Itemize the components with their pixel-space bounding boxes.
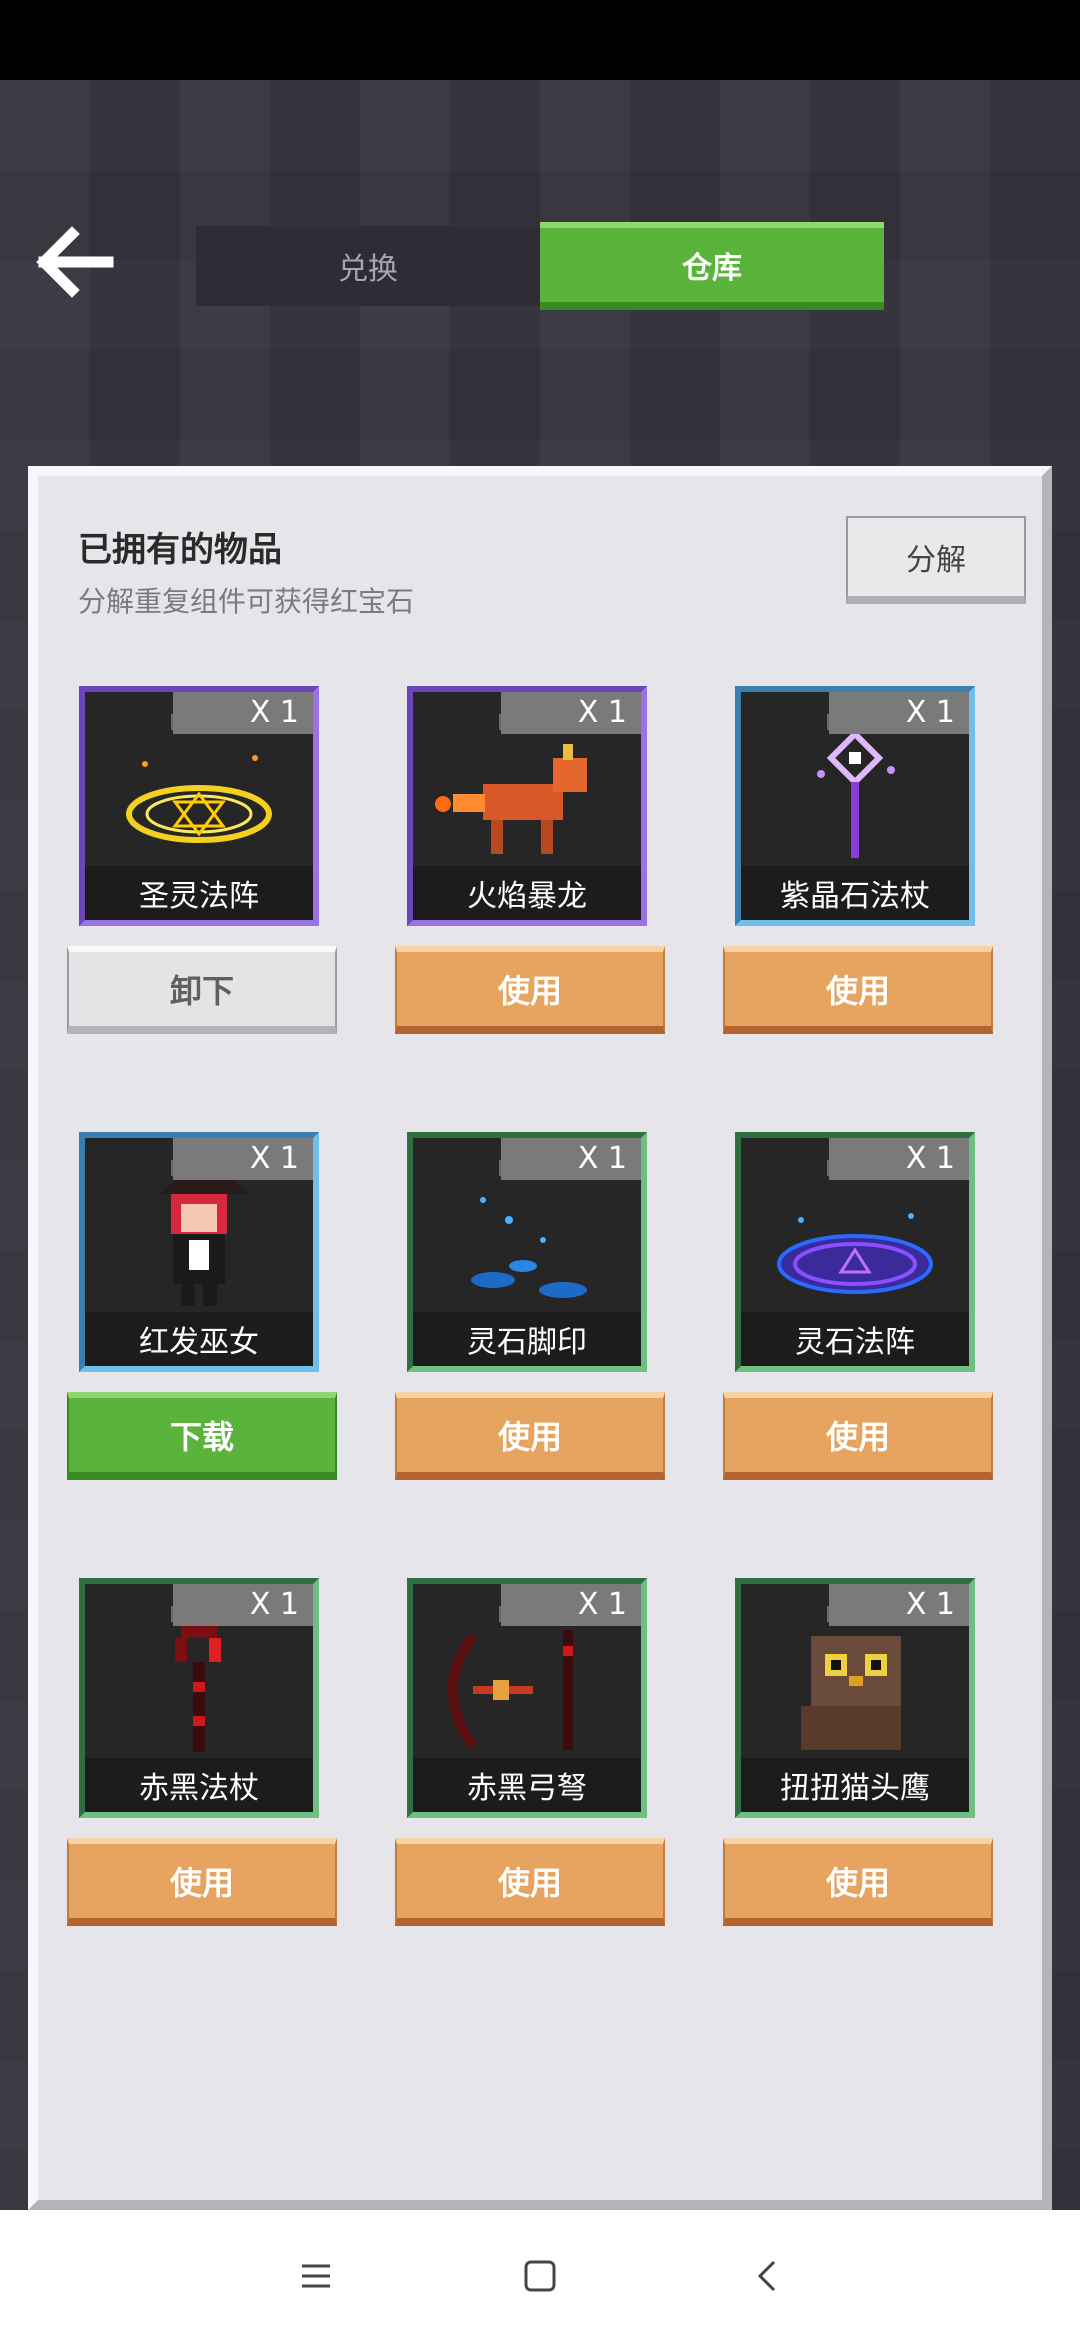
spirit-footprint-art-icon <box>471 1197 587 1298</box>
fire-dragon-art-icon <box>435 744 587 854</box>
item-name: 灵石法阵 <box>741 1312 969 1366</box>
item-card[interactable]: X 1 圣灵法阵 <box>79 686 319 926</box>
item-card[interactable]: X 1 紫晶石法杖 <box>735 686 975 926</box>
back-icon[interactable] <box>738 2246 798 2306</box>
item-card[interactable]: X 1 赤黑法杖 <box>79 1578 319 1818</box>
item-name: 圣灵法阵 <box>85 866 313 920</box>
panel-subtitle: 分解重复组件可获得红宝石 <box>78 585 415 618</box>
use-button[interactable]: 使用 <box>395 1392 665 1480</box>
status-bar <box>0 0 1080 80</box>
item-name: 紫晶石法杖 <box>741 866 969 920</box>
tab-warehouse[interactable]: 仓库 <box>540 222 884 310</box>
menu-icon[interactable] <box>286 2246 346 2306</box>
use-button[interactable]: 使用 <box>395 1838 665 1926</box>
item-name: 赤黑弓弩 <box>413 1758 641 1812</box>
item-name: 扭扭猫头鹰 <box>741 1758 969 1812</box>
red-black-crossbow-art-icon <box>448 1630 573 1750</box>
back-arrow-icon[interactable] <box>36 226 116 298</box>
use-button[interactable]: 使用 <box>723 1838 993 1926</box>
item-count-badge: X 1 <box>501 1584 641 1626</box>
item-name: 赤黑法杖 <box>85 1758 313 1812</box>
item-name: 红发巫女 <box>85 1312 313 1366</box>
home-icon[interactable] <box>510 2246 570 2306</box>
use-button[interactable]: 使用 <box>67 1838 337 1926</box>
item-count-badge: X 1 <box>501 692 641 734</box>
item-card[interactable]: X 1 扭扭猫头鹰 <box>735 1578 975 1818</box>
twisting-owl-art-icon <box>801 1636 901 1750</box>
red-black-staff-art-icon <box>175 1626 221 1752</box>
item-name: 灵石脚印 <box>413 1312 641 1366</box>
item-card[interactable]: X 1 灵石法阵 <box>735 1132 975 1372</box>
item-count-badge: X 1 <box>173 1138 313 1180</box>
download-button[interactable]: 下载 <box>67 1392 337 1480</box>
use-button[interactable]: 使用 <box>723 946 993 1034</box>
owned-items-panel: 已拥有的物品 分解重复组件可获得红宝石 分解 X 1 圣灵法阵 卸下 X 1 火… <box>28 466 1052 2210</box>
item-count-badge: X 1 <box>501 1138 641 1180</box>
holy-circle-art-icon <box>126 755 272 843</box>
item-card[interactable]: X 1 红发巫女 <box>79 1132 319 1372</box>
item-count-badge: X 1 <box>829 692 969 734</box>
panel-title: 已拥有的物品 <box>78 530 282 570</box>
system-nav-bar <box>0 2210 1080 2340</box>
tab-exchange[interactable]: 兑换 <box>196 226 540 306</box>
item-card[interactable]: X 1 火焰暴龙 <box>407 686 647 926</box>
unequip-button[interactable]: 卸下 <box>67 946 337 1034</box>
item-count-badge: X 1 <box>829 1138 969 1180</box>
tab-bar: 兑换 仓库 <box>196 222 884 310</box>
use-button[interactable]: 使用 <box>723 1392 993 1480</box>
amethyst-staff-art-icon <box>817 734 895 858</box>
red-hair-witch-art-icon <box>161 1180 249 1306</box>
use-button[interactable]: 使用 <box>395 946 665 1034</box>
decompose-button[interactable]: 分解 <box>846 516 1026 604</box>
item-count-badge: X 1 <box>173 692 313 734</box>
item-name: 火焰暴龙 <box>413 866 641 920</box>
spirit-circle-art-icon <box>777 1213 933 1294</box>
item-card[interactable]: X 1 赤黑弓弩 <box>407 1578 647 1818</box>
item-count-badge: X 1 <box>829 1584 969 1626</box>
item-count-badge: X 1 <box>173 1584 313 1626</box>
item-card[interactable]: X 1 灵石脚印 <box>407 1132 647 1372</box>
